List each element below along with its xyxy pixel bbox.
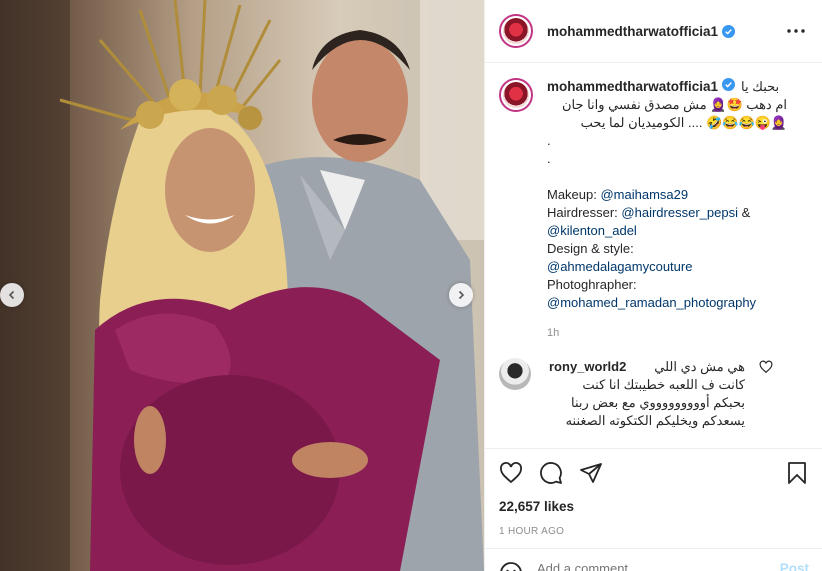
caption-text-line: ام دهب 🤩🧕 مش مصدق نفسي وانا جان [561, 97, 787, 112]
comment-input[interactable] [537, 561, 737, 571]
caption-dot: . [547, 151, 551, 166]
add-comment-bar: Post [485, 548, 822, 571]
chevron-left-icon [8, 290, 15, 300]
credit-line: @kilenton_adel [547, 222, 787, 240]
credit-line: Hairdresser: @hairdresser_pepsi & [547, 205, 751, 220]
previous-photo-button[interactable] [0, 283, 24, 307]
chevron-right-icon [458, 290, 465, 300]
comment-text-line: هي مش دي اللي [654, 359, 745, 374]
mention-link[interactable]: @hairdresser_pepsi [621, 205, 738, 220]
mention-link[interactable]: @maihamsa29 [600, 187, 688, 202]
post-header: mohammedtharwatofficia1 [485, 0, 822, 63]
post-timestamp[interactable]: 1 HOUR AGO [499, 526, 809, 537]
mention-link[interactable]: @kilenton_adel [547, 223, 637, 238]
mention-link[interactable]: @mohamed_ramadan_photography [547, 295, 756, 310]
comment-text-line: بحبكم أوووووووووي مع بعض ربنا [571, 395, 745, 410]
verified-badge-icon [722, 24, 736, 38]
couple-photo-illustration [0, 0, 484, 571]
comment-text-line: يسعدكم ويخليكم الكتكوته الصغننه [565, 413, 745, 428]
author-avatar[interactable] [499, 14, 533, 48]
commenter-avatar[interactable] [499, 358, 531, 390]
caption-timestamp[interactable]: 1h [547, 324, 787, 342]
post-photo[interactable] [0, 0, 484, 571]
caption-dot: . [547, 133, 551, 148]
credit-line: Makeup: @maihamsa29 [547, 187, 689, 202]
caption-text-line: بحبك يا [741, 79, 780, 94]
verified-badge-icon [722, 78, 736, 91]
comments-section[interactable]: mohammedtharwatofficia1 بحبك يا ام دهب 🤩… [485, 64, 822, 448]
caption-text-line: 🧕😜😂😂🤣 .... الكوميديان لما يحب [580, 115, 787, 130]
more-options-button[interactable] [784, 19, 808, 43]
author-username[interactable]: mohammedtharwatofficia1 [547, 24, 718, 39]
heart-icon[interactable] [499, 461, 523, 485]
comment-text-line: كانت ف اللعبه خطيبتك انا كنت [582, 377, 745, 392]
credit-line: @ahmedalagamycouture [547, 258, 787, 276]
post-actions: 22,657 likes 1 HOUR AGO [485, 448, 822, 537]
caption-username[interactable]: mohammedtharwatofficia1 [547, 78, 718, 96]
post-caption: mohammedtharwatofficia1 بحبك يا ام دهب 🤩… [485, 64, 822, 342]
bookmark-icon[interactable] [785, 461, 809, 485]
like-comment-heart-icon[interactable] [759, 360, 773, 374]
likes-count[interactable]: 22,657 likes [499, 499, 809, 514]
post-side-panel: mohammedtharwatofficia1 mohammedtharwato… [484, 0, 822, 571]
credit-line: Design & style: [547, 241, 634, 256]
emoji-icon[interactable] [499, 561, 523, 571]
credit-line: Photoghrapher: [547, 277, 637, 292]
share-icon[interactable] [579, 461, 603, 485]
comment-icon[interactable] [539, 461, 563, 485]
more-horizontal-icon [787, 29, 805, 33]
post-comment-button[interactable]: Post [780, 561, 809, 571]
credit-line: @mohamed_ramadan_photography [547, 294, 787, 312]
mention-link[interactable]: @ahmedalagamycouture [547, 259, 692, 274]
next-photo-button[interactable] [449, 283, 473, 307]
comment-item: rony_world2 هي مش دي اللي كانت ف اللعبه … [485, 342, 822, 430]
commenter-username[interactable]: rony_world2 [549, 358, 626, 376]
caption-avatar[interactable] [499, 78, 533, 112]
